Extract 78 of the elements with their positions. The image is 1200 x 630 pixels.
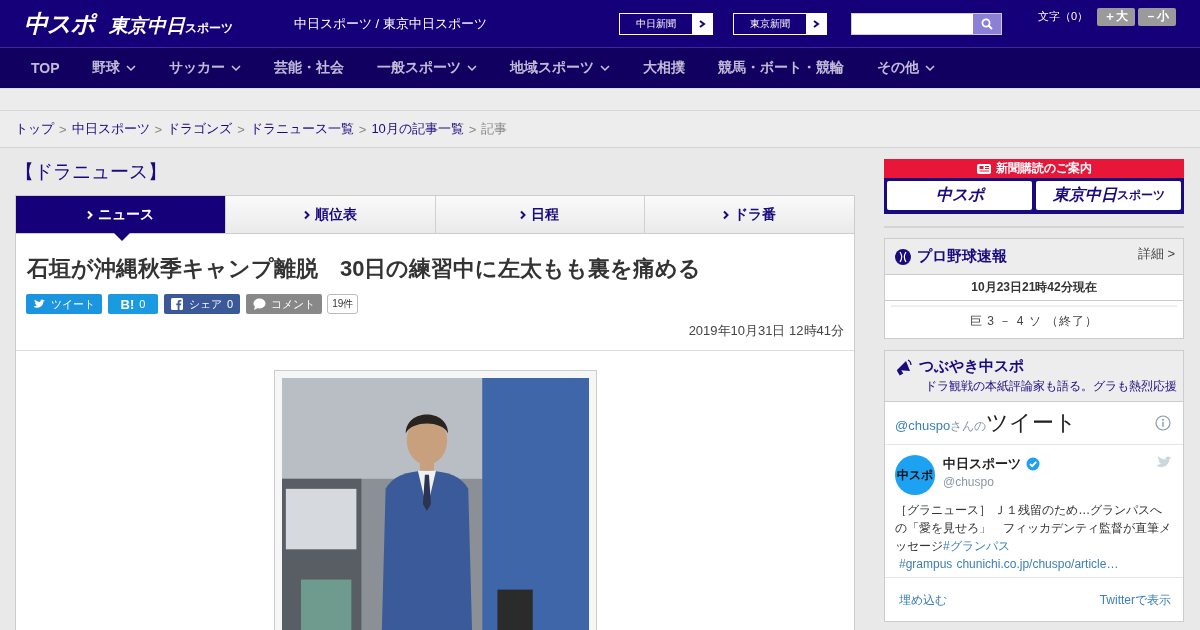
chevron-icon (86, 209, 93, 220)
nav-item[interactable]: 競馬・ボート・競輪 (717, 59, 844, 77)
banner-title: 新聞購読のご案内 (996, 160, 1092, 177)
section-title: 【ドラニュース】 (15, 160, 168, 183)
article-date: 2019年10月31日 12時41分 (687, 322, 844, 340)
breadcrumb-separator: > (358, 121, 367, 137)
site-title: 中日スポーツ / 東京中日スポーツ (294, 14, 488, 33)
newspaper-icon (976, 162, 992, 175)
speech-bubble-icon (253, 298, 267, 310)
breadcrumb-separator: > (154, 121, 163, 137)
font-size-label: 文字（0） (1038, 9, 1089, 24)
nav-item[interactable]: サッカー (168, 59, 241, 77)
embed-link[interactable]: 埋め込む (899, 592, 947, 609)
breadcrumb-current: 記事 (481, 120, 508, 138)
tweet-link[interactable]: #grampus (899, 557, 953, 571)
nav-item[interactable]: 野球 (91, 59, 136, 77)
comment-button[interactable]: コメント (246, 294, 323, 314)
newspaper-logo[interactable]: 東京中日スポーツ (1036, 181, 1181, 210)
breadcrumb-link[interactable]: 中日スポーツ (71, 120, 150, 138)
tab[interactable]: 順位表 (224, 196, 435, 234)
chevron-down-icon (466, 64, 477, 72)
tweet-link[interactable]: chunichi.co.jp/chuspo/article… (956, 557, 1119, 571)
chevron-icon (698, 18, 706, 29)
bird-icon (33, 298, 46, 310)
nav-item[interactable]: 芸能・社会 (273, 59, 344, 77)
chevron-icon (723, 209, 730, 220)
tweet-text: ［グラニュース］ Ｊ１残留のため…グランパスへの「愛を見せろ」 フィッカデンティ監督が直筆メッセージ#グランパス #grampus chunichi.co.jp/chuspo/article… (895, 502, 1172, 573)
paper-link[interactable]: 東京新聞 (733, 12, 827, 35)
breadcrumb-separator: > (237, 121, 245, 137)
chevron-icon (520, 209, 527, 220)
comment-count: 19件 (327, 294, 359, 314)
nav-item[interactable]: 一般スポーツ (376, 59, 477, 77)
handle-link[interactable]: @chuspo (895, 418, 951, 433)
tab[interactable]: 日程 (434, 196, 645, 234)
score-timestamp: 10月23日21時42分現在 (885, 275, 1183, 301)
panel-subtitle: ドラ観戦の本紙評論家も語る。グラも熱烈応援 (924, 378, 1177, 395)
breadcrumb-link[interactable]: トップ (15, 120, 54, 138)
account-name[interactable]: 中日スポーツ (943, 455, 1021, 473)
nav-item[interactable]: TOP (31, 60, 60, 76)
game-score[interactable]: 巨 3 － 4 ソ （終了） (891, 305, 1177, 330)
avatar-logo[interactable]: 中スポ (895, 455, 935, 495)
panel-title: つぶやき中スポ (919, 357, 1024, 376)
chevron-down-icon (599, 64, 610, 72)
chevron-down-icon (125, 64, 136, 72)
chevron-icon (303, 209, 310, 220)
newspaper-logo[interactable]: 中スポ (887, 181, 1032, 210)
detail-link[interactable]: 詳細 > (1137, 244, 1175, 263)
breadcrumb-link[interactable]: ドラニュース一覧 (249, 120, 354, 138)
breadcrumb-link[interactable]: 10月の記事一覧 (371, 120, 464, 138)
paper-link[interactable]: 中日新聞 (619, 12, 713, 35)
view-on-twitter-link[interactable]: Twitterで表示 (1099, 592, 1171, 609)
share-button[interactable]: シェア 0 (164, 294, 241, 314)
tweet-link[interactable]: #グランパス (943, 539, 1010, 553)
chevron-down-icon (230, 64, 241, 72)
breadcrumb-separator: > (468, 121, 477, 137)
verified-check-icon (1026, 457, 1040, 471)
article-title: 石垣が沖縄秋季キャンプ離脱 30日の練習中に左太もも裏を痛める (27, 255, 703, 283)
nav-item[interactable]: その他 (876, 59, 935, 77)
info-icon (1155, 415, 1171, 431)
timeline-heading: ツイート (986, 409, 1078, 437)
subscription-banner[interactable]: 新聞購読のご案内 中スポ 東京中日スポーツ (884, 159, 1184, 214)
bird-icon (1156, 455, 1173, 469)
tab[interactable]: ドラ番 (644, 196, 854, 234)
baseball-icon (895, 248, 911, 265)
search-button[interactable] (973, 13, 1001, 34)
nav-item[interactable]: 地域スポーツ (509, 59, 610, 77)
nav-item[interactable]: 大相撲 (642, 59, 685, 77)
breadcrumb-link[interactable]: ドラゴンズ (167, 120, 233, 138)
site-logo[interactable]: 東京中日スポーツ (109, 12, 233, 39)
search-field[interactable] (851, 12, 1002, 35)
search-icon (981, 17, 993, 30)
facebook-icon (171, 298, 184, 310)
megaphone-icon (895, 357, 913, 376)
chevron-icon (812, 18, 820, 29)
panel-title: プロ野球速報 (917, 247, 1007, 266)
chevron-down-icon (924, 64, 935, 72)
timeline-label: さんの (950, 419, 987, 435)
breadcrumb-separator: > (59, 121, 67, 137)
